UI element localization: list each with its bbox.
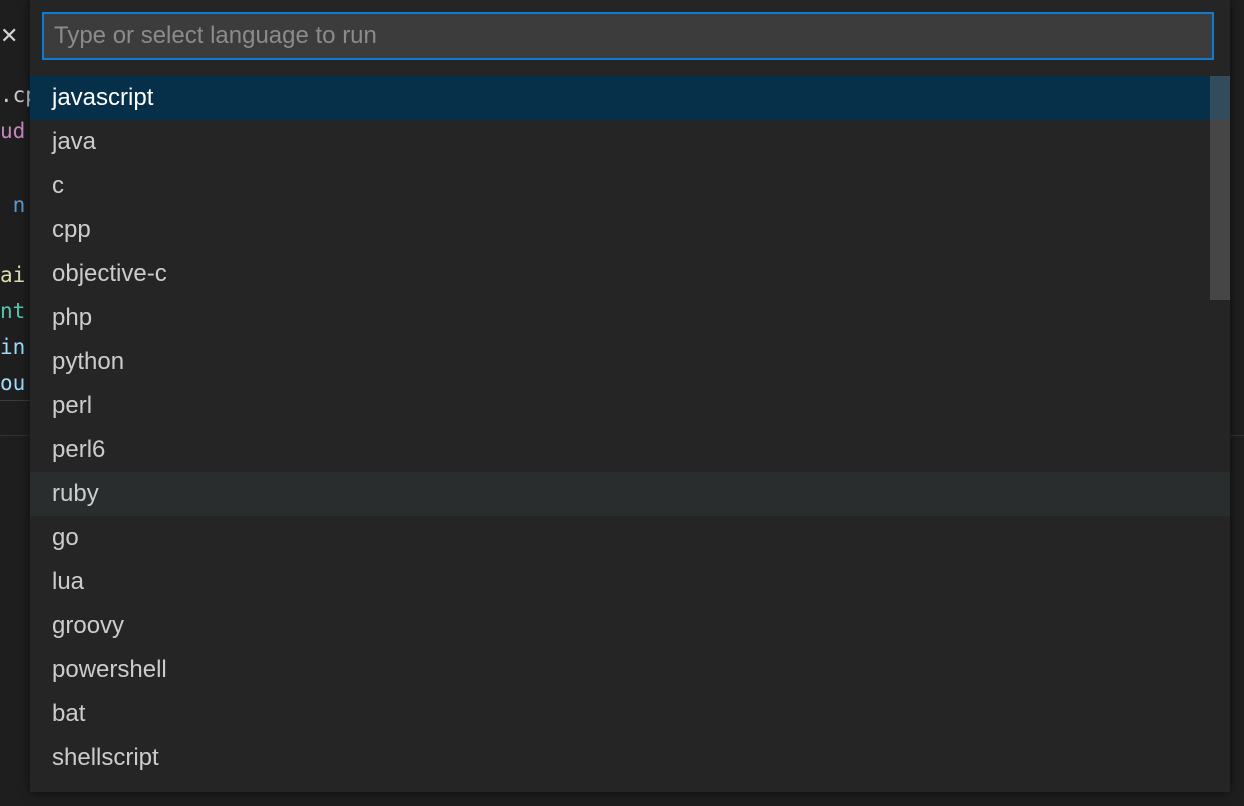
language-option-shellscript[interactable]: shellscript [30,736,1230,780]
code-fragment-4: ai [0,263,26,287]
language-option-c[interactable]: c [30,164,1230,208]
language-option-php[interactable]: php [30,296,1230,340]
code-fragment-6: in [0,335,26,359]
language-option-powershell[interactable]: powershell [30,648,1230,692]
language-option-perl[interactable]: perl [30,384,1230,428]
language-search-box[interactable] [42,12,1214,60]
language-list: javascript java c cpp objective-c php python pe… [30,76,1230,780]
list-scrollbar[interactable] [1210,76,1230,300]
language-option-cpp[interactable]: cpp [30,208,1230,252]
code-fragment-7: ou [0,371,26,395]
language-option-objective-c[interactable]: objective-c [30,252,1230,296]
language-option-javascript[interactable]: javascript [30,76,1230,120]
close-icon[interactable]: ✕ [0,24,18,48]
code-fragment-2: ud [0,119,26,143]
language-option-lua[interactable]: lua [30,560,1230,604]
language-option-go[interactable]: go [30,516,1230,560]
language-option-perl6[interactable]: perl6 [30,428,1230,472]
language-quick-pick: javascriptjavaccppobjective-cphppythonpe… [30,0,1230,792]
code-fragment-5: nt [0,299,26,323]
language-option-groovy[interactable]: groovy [30,604,1230,648]
language-search-input[interactable] [44,14,1212,58]
code-fragment-3: n [0,193,26,217]
language-option-bat[interactable]: bat [30,692,1230,736]
language-option-ruby[interactable]: ruby [30,472,1230,516]
language-option-java[interactable]: java [30,120,1230,164]
language-option-python[interactable]: python [30,340,1230,384]
